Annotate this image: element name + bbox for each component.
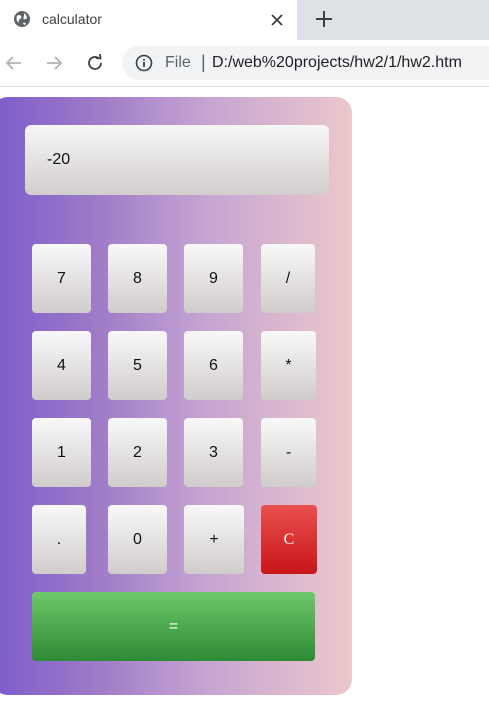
key-minus[interactable]: - — [261, 418, 316, 487]
reload-icon[interactable] — [83, 51, 107, 75]
key-5[interactable]: 5 — [108, 331, 167, 400]
browser-toolbar: File | D:/web%20projects/hw2/1/hw2.htm — [0, 40, 489, 87]
key-8[interactable]: 8 — [108, 244, 167, 313]
key-multiply[interactable]: * — [261, 331, 316, 400]
key-6[interactable]: 6 — [184, 331, 243, 400]
equals-button[interactable]: = — [32, 592, 315, 661]
calculator-display: -20 — [25, 125, 329, 195]
key-1[interactable]: 1 — [32, 418, 91, 487]
key-3[interactable]: 3 — [184, 418, 243, 487]
info-icon[interactable] — [135, 54, 153, 72]
key-plus[interactable]: + — [184, 505, 244, 574]
key-divide[interactable]: / — [261, 244, 315, 313]
key-0[interactable]: 0 — [108, 505, 167, 574]
clear-button[interactable]: C — [261, 505, 317, 574]
key-2[interactable]: 2 — [108, 418, 167, 487]
plus-icon[interactable] — [313, 8, 335, 30]
calculator: -20 7 8 9 / 4 5 6 * 1 2 3 - . 0 + C = — [0, 97, 352, 695]
tab-title: calculator — [42, 11, 102, 27]
back-arrow-icon[interactable] — [2, 51, 26, 75]
tab-strip: calculator — [0, 0, 489, 40]
url-text[interactable]: D:/web%20projects/hw2/1/hw2.htm — [212, 54, 462, 72]
key-9[interactable]: 9 — [184, 244, 243, 313]
url-scheme-label: File — [165, 54, 191, 71]
forward-arrow-icon[interactable] — [42, 51, 66, 75]
url-separator: | — [201, 52, 206, 72]
key-4[interactable]: 4 — [32, 331, 91, 400]
close-icon[interactable] — [268, 11, 286, 29]
browser-tab[interactable]: calculator — [0, 0, 297, 40]
key-decimal[interactable]: . — [32, 505, 86, 574]
globe-icon — [13, 10, 31, 28]
key-7[interactable]: 7 — [32, 244, 91, 313]
address-bar[interactable]: File | D:/web%20projects/hw2/1/hw2.htm — [122, 46, 489, 80]
